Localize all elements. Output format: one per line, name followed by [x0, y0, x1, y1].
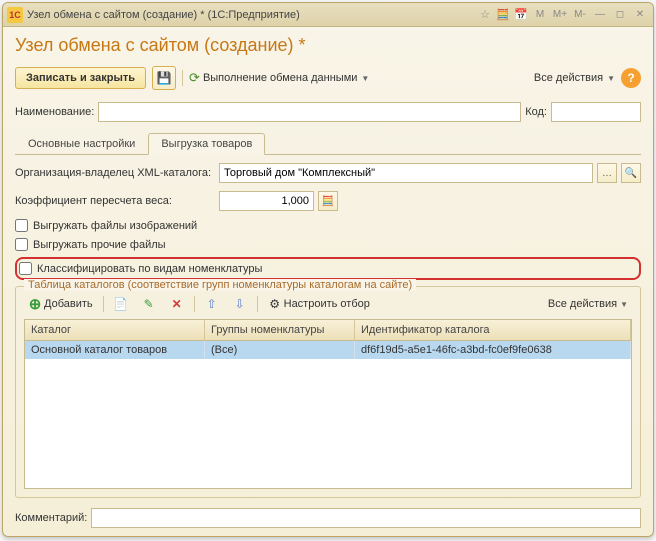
- main-toolbar: Записать и закрыть 💾 ⟳ Выполнение обмена…: [15, 66, 641, 90]
- delete-icon: ✕: [170, 297, 184, 311]
- move-down-button[interactable]: ⇩: [229, 295, 251, 313]
- grid-body[interactable]: [25, 359, 631, 488]
- exchange-label: Выполнение обмена данными: [203, 72, 357, 84]
- filter-button[interactable]: ⚙ Настроить отбор: [264, 295, 374, 313]
- export-other-label: Выгружать прочие файлы: [33, 239, 166, 251]
- classify-highlight: Классифицировать по видам номенклатуры: [15, 257, 641, 280]
- delete-button[interactable]: ✕: [166, 295, 188, 313]
- minimize-button[interactable]: —: [591, 7, 609, 23]
- export-images-checkbox[interactable]: [15, 219, 28, 232]
- tab-export-goods[interactable]: Выгрузка товаров: [148, 133, 265, 155]
- org-select-button[interactable]: …: [597, 163, 617, 183]
- filter-label: Настроить отбор: [284, 298, 370, 310]
- separator: [194, 296, 195, 312]
- coef-label: Коэффициент пересчета веса:: [15, 195, 215, 207]
- code-label: Код:: [525, 106, 547, 118]
- export-images-label: Выгружать файлы изображений: [33, 220, 197, 232]
- name-label: Наименование:: [15, 106, 94, 118]
- grid-toolbar: ⊕ Добавить 📄 ✎ ✕ ⇧ ⇩ ⚙ Настроить отбор: [24, 295, 632, 313]
- tab-basic-settings[interactable]: Основные настройки: [15, 133, 148, 155]
- arrow-down-icon: ⇩: [233, 297, 247, 311]
- comment-input[interactable]: [91, 508, 641, 528]
- maximize-button[interactable]: ◻: [611, 7, 629, 23]
- code-input[interactable]: [551, 102, 641, 122]
- move-up-button[interactable]: ⇧: [201, 295, 223, 313]
- separator: [182, 70, 183, 86]
- catalog-groupbox: Таблица каталогов (соответствие групп но…: [15, 286, 641, 498]
- app-window: 1C Узел обмена с сайтом (создание) * (1С…: [2, 2, 654, 537]
- coef-input[interactable]: [219, 191, 314, 211]
- separator: [103, 296, 104, 312]
- cell-id: df6f19d5-a5e1-46fc-a3bd-fc0ef9fe0638: [355, 341, 631, 359]
- close-button[interactable]: ✕: [631, 7, 649, 23]
- grid-all-actions-button[interactable]: Все действия ▼: [544, 296, 632, 312]
- org-open-button[interactable]: 🔍: [621, 163, 641, 183]
- separator: [257, 296, 258, 312]
- save-and-close-button[interactable]: Записать и закрыть: [15, 67, 146, 89]
- app-icon: 1C: [7, 7, 23, 23]
- add-button[interactable]: ⊕ Добавить: [24, 295, 97, 313]
- classify-label: Классифицировать по видам номенклатуры: [37, 263, 262, 275]
- grid-all-actions-label: Все действия: [548, 298, 617, 310]
- tab-bar: Основные настройки Выгрузка товаров: [15, 132, 641, 155]
- catalog-grid: Каталог Группы номенклатуры Идентификато…: [24, 319, 632, 489]
- m-plus-button[interactable]: M+: [551, 7, 569, 23]
- page-title: Узел обмена с сайтом (создание) *: [15, 35, 641, 56]
- cell-catalog: Основной каталог товаров: [25, 341, 205, 359]
- save-button[interactable]: 💾: [152, 66, 176, 90]
- chevron-down-icon: ▼: [607, 74, 615, 83]
- titlebar: 1C Узел обмена с сайтом (создание) * (1С…: [3, 3, 653, 27]
- copy-button[interactable]: 📄: [110, 295, 132, 313]
- col-groups[interactable]: Группы номенклатуры: [205, 320, 355, 340]
- chevron-down-icon: ▼: [361, 74, 369, 83]
- pencil-icon: ✎: [142, 297, 156, 311]
- groupbox-title: Таблица каталогов (соответствие групп но…: [24, 279, 416, 291]
- col-catalog[interactable]: Каталог: [25, 320, 205, 340]
- comment-label: Комментарий:: [15, 512, 87, 524]
- calculator-icon[interactable]: 🧮: [495, 7, 511, 23]
- org-input[interactable]: [219, 163, 593, 183]
- chevron-down-icon: ▼: [620, 300, 628, 309]
- all-actions-label: Все действия: [534, 72, 603, 84]
- name-input[interactable]: [98, 102, 521, 122]
- cell-groups: (Все): [205, 341, 355, 359]
- refresh-icon: ⟳: [189, 70, 200, 86]
- filter-icon: ⚙: [268, 297, 282, 311]
- help-button[interactable]: ?: [621, 68, 641, 88]
- favorites-icon[interactable]: ☆: [477, 7, 493, 23]
- all-actions-button[interactable]: Все действия ▼: [534, 72, 615, 84]
- m-button[interactable]: M: [531, 7, 549, 23]
- plus-icon: ⊕: [28, 297, 42, 311]
- arrow-up-icon: ⇧: [205, 297, 219, 311]
- add-label: Добавить: [44, 298, 93, 310]
- org-label: Организация-владелец XML-каталога:: [15, 167, 215, 179]
- col-id[interactable]: Идентификатор каталога: [355, 320, 631, 340]
- copy-icon: 📄: [114, 297, 128, 311]
- calendar-icon[interactable]: 📅: [513, 7, 529, 23]
- titlebar-text: Узел обмена с сайтом (создание) * (1С:Пр…: [27, 9, 477, 21]
- classify-checkbox[interactable]: [19, 262, 32, 275]
- m-minus-button[interactable]: M-: [571, 7, 589, 23]
- table-row[interactable]: Основной каталог товаров (Все) df6f19d5-…: [25, 341, 631, 359]
- exchange-button[interactable]: ⟳ Выполнение обмена данными ▼: [189, 70, 369, 86]
- coef-calculator-button[interactable]: 🧮: [318, 191, 338, 211]
- edit-button[interactable]: ✎: [138, 295, 160, 313]
- export-other-checkbox[interactable]: [15, 238, 28, 251]
- grid-header: Каталог Группы номенклатуры Идентификато…: [25, 320, 631, 341]
